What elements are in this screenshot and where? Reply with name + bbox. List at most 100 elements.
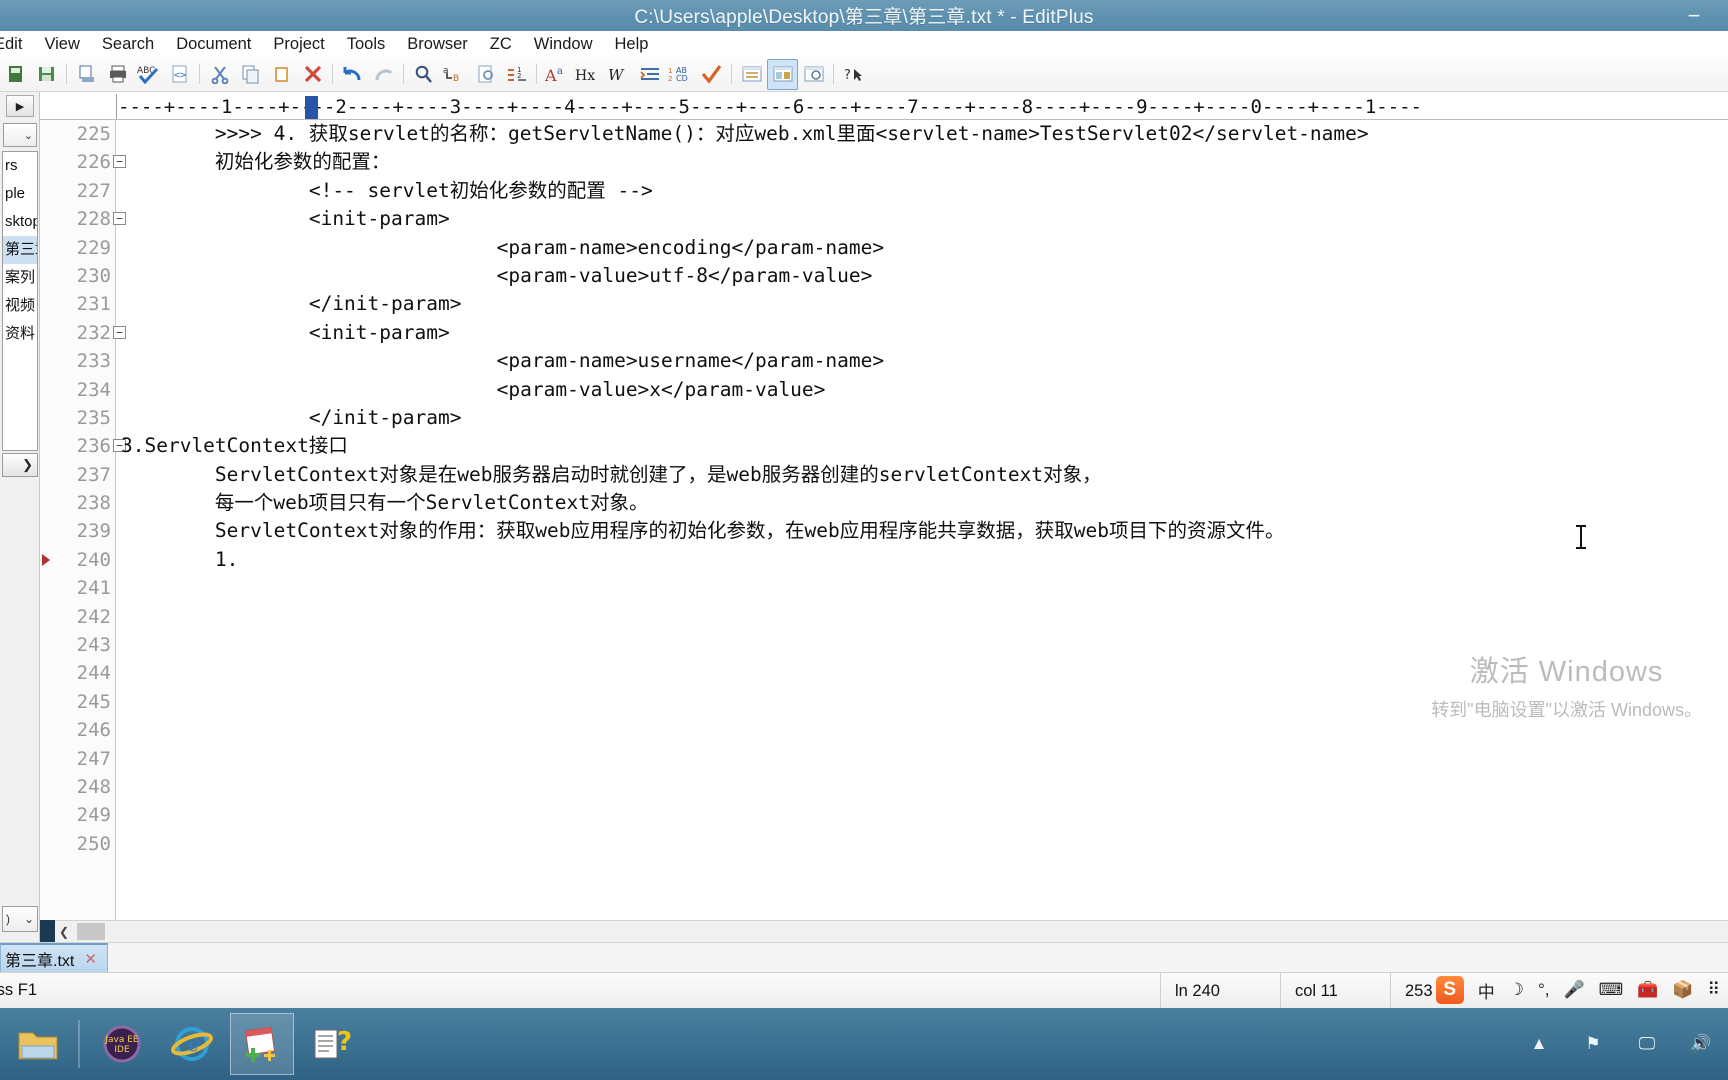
code-line[interactable] bbox=[117, 574, 1728, 602]
line-number[interactable]: 242 bbox=[40, 603, 115, 631]
sort-icon[interactable]: 1 2 AB CD bbox=[665, 59, 696, 90]
goto-line-icon[interactable]: 12 bbox=[501, 59, 532, 90]
line-number[interactable]: 239 bbox=[40, 517, 115, 545]
line-number[interactable]: 247 bbox=[40, 745, 115, 773]
line-number[interactable]: 232− bbox=[40, 319, 126, 347]
line-number[interactable]: 240 bbox=[40, 546, 115, 574]
view-source-icon[interactable]: <> bbox=[164, 59, 195, 90]
volume-icon[interactable]: 🔊 bbox=[1684, 1029, 1718, 1059]
code-line[interactable]: >>>> 4. 获取servlet的名称：getServletName()：对应… bbox=[117, 120, 1728, 148]
code-line[interactable]: <param-value>x</param-value> bbox=[117, 376, 1728, 404]
code-line[interactable]: <param-value>utf-8</param-value> bbox=[117, 262, 1728, 290]
menu-item-help[interactable]: Help bbox=[603, 33, 659, 56]
minimize-button[interactable]: − bbox=[1676, 0, 1712, 31]
tab-document-1[interactable]: 第三章.txt ✕ bbox=[0, 943, 108, 973]
ime-keyboard-icon[interactable]: ⌨ bbox=[1599, 980, 1624, 1000]
ime-punctuation-icon[interactable]: °, bbox=[1538, 980, 1550, 1000]
word-wrap-icon[interactable]: W bbox=[603, 59, 634, 90]
sidebar-item-6[interactable]: 资料 bbox=[3, 320, 37, 348]
code-line[interactable]: </init-param> bbox=[117, 404, 1728, 432]
ime-moon-icon[interactable]: ☽ bbox=[1509, 980, 1524, 1000]
sidebar-directory-list[interactable]: rsplesktop第三章案列视频资料 bbox=[2, 151, 38, 451]
paste-icon[interactable] bbox=[266, 59, 297, 90]
line-number[interactable]: 244 bbox=[40, 659, 115, 687]
taskbar-internet-explorer-icon[interactable]: e bbox=[160, 1013, 224, 1075]
code-line[interactable]: 初始化参数的配置： bbox=[117, 148, 1728, 176]
code-line[interactable]: 1. bbox=[117, 546, 1728, 574]
split-view-icon[interactable] bbox=[767, 58, 798, 90]
line-number[interactable]: 238 bbox=[40, 489, 115, 517]
line-number[interactable]: 234 bbox=[40, 376, 115, 404]
new-file-icon[interactable] bbox=[0, 59, 31, 90]
help-pointer-icon[interactable]: ? bbox=[838, 59, 869, 90]
close-icon[interactable]: ✕ bbox=[84, 950, 97, 968]
sidebar-item-2[interactable]: sktop bbox=[3, 208, 37, 236]
ime-microphone-icon[interactable]: 🎤 bbox=[1563, 980, 1584, 1000]
line-number[interactable]: 226− bbox=[40, 148, 126, 176]
sidebar-item-4[interactable]: 案列 bbox=[3, 264, 37, 292]
line-number[interactable]: 229 bbox=[40, 234, 115, 262]
delete-icon[interactable] bbox=[297, 59, 328, 90]
line-number[interactable]: 225 bbox=[40, 120, 115, 148]
print-preview-icon[interactable] bbox=[71, 59, 102, 90]
taskbar-file-explorer-icon[interactable] bbox=[6, 1013, 70, 1075]
print-icon[interactable] bbox=[102, 59, 133, 90]
line-number[interactable]: 249 bbox=[40, 801, 115, 829]
line-number[interactable]: 228− bbox=[40, 205, 126, 233]
cut-icon[interactable] bbox=[204, 59, 235, 90]
code-line[interactable]: <param-name>username</param-name> bbox=[117, 347, 1728, 375]
sidebar-drive-combo[interactable]: ⌄ bbox=[3, 123, 37, 147]
save-file-icon[interactable] bbox=[31, 59, 62, 90]
horizontal-scrollbar[interactable]: ❮ bbox=[55, 920, 1728, 942]
line-number[interactable]: 246 bbox=[40, 716, 115, 744]
code-line[interactable] bbox=[117, 603, 1728, 631]
line-number-gutter[interactable]: 225 226− 227 228− 229 230 231 232− 233 234 235 236−… bbox=[40, 120, 126, 920]
sidebar-scroll-right-button[interactable]: ❯ bbox=[2, 453, 38, 477]
sidebar-item-0[interactable]: rs bbox=[3, 152, 37, 180]
document-selector-icon[interactable] bbox=[736, 59, 767, 90]
horizontal-scroll-thumb[interactable] bbox=[77, 923, 105, 940]
sidebar-item-1[interactable]: ple bbox=[3, 180, 37, 208]
line-number[interactable]: 236− bbox=[40, 432, 126, 460]
editor-area[interactable]: 225 226− 227 228− 229 230 231 232− 233 234 235 236−… bbox=[40, 120, 1728, 920]
spell-check-icon[interactable]: ABC bbox=[133, 59, 164, 90]
code-line[interactable] bbox=[117, 631, 1728, 659]
taskbar-java-ee-ide-icon[interactable]: Java EE IDE bbox=[90, 1013, 154, 1075]
menu-item-project[interactable]: Project bbox=[262, 33, 335, 56]
scroll-left-arrow-icon[interactable]: ❮ bbox=[55, 922, 73, 942]
redo-icon[interactable] bbox=[368, 59, 399, 90]
ime-logo-icon[interactable]: S bbox=[1435, 976, 1464, 1004]
find-icon[interactable] bbox=[408, 59, 439, 90]
sidebar-bottom-combo[interactable]: ) ⌄ bbox=[2, 906, 38, 932]
line-number[interactable]: 233 bbox=[40, 347, 115, 375]
menu-item-search[interactable]: Search bbox=[91, 33, 165, 56]
sidebar-expand-button[interactable]: ▶ bbox=[6, 95, 34, 117]
menu-item-view[interactable]: View bbox=[33, 33, 90, 56]
copy-icon[interactable] bbox=[235, 59, 266, 90]
code-line[interactable] bbox=[117, 659, 1728, 687]
code-line[interactable]: <init-param> bbox=[117, 205, 1728, 233]
code-line[interactable]: 每一个web项目只有一个ServletContext对象。 bbox=[117, 489, 1728, 517]
code-line[interactable] bbox=[117, 801, 1728, 829]
sidebar-item-3[interactable]: 第三章 bbox=[3, 236, 37, 264]
code-line[interactable] bbox=[117, 745, 1728, 773]
ime-chinese-icon[interactable]: 中 bbox=[1478, 978, 1495, 1003]
code-line[interactable]: ServletContext对象是在web服务器启动时就创建了，是web服务器创… bbox=[117, 461, 1728, 489]
ime-tools-icon[interactable]: 🧰 bbox=[1637, 980, 1658, 1000]
ime-menu-icon[interactable]: ⠿ bbox=[1708, 980, 1720, 1000]
line-number[interactable]: 237 bbox=[40, 461, 115, 489]
ime-box-icon[interactable]: 📦 bbox=[1672, 980, 1693, 1000]
code-line[interactable]: ServletContext对象的作用：获取web应用程序的初始化参数，在web… bbox=[117, 517, 1728, 545]
menu-item-zc[interactable]: ZC bbox=[479, 33, 523, 56]
code-line[interactable]: 3.ServletContext接口 bbox=[117, 432, 1728, 460]
hex-viewer-icon[interactable]: Hx bbox=[572, 59, 603, 90]
show-desktop-chevron-icon[interactable]: ▲ bbox=[1522, 1029, 1556, 1059]
taskbar-help-document-icon[interactable]: ? bbox=[300, 1013, 364, 1075]
line-number[interactable]: 243 bbox=[40, 631, 115, 659]
line-number[interactable]: 231 bbox=[40, 290, 115, 318]
line-number[interactable]: 250 bbox=[40, 830, 115, 858]
code-line[interactable] bbox=[117, 773, 1728, 801]
line-number[interactable]: 241 bbox=[40, 574, 115, 602]
indent-icon[interactable] bbox=[634, 59, 665, 90]
taskbar-editplus-icon[interactable] bbox=[230, 1013, 294, 1075]
